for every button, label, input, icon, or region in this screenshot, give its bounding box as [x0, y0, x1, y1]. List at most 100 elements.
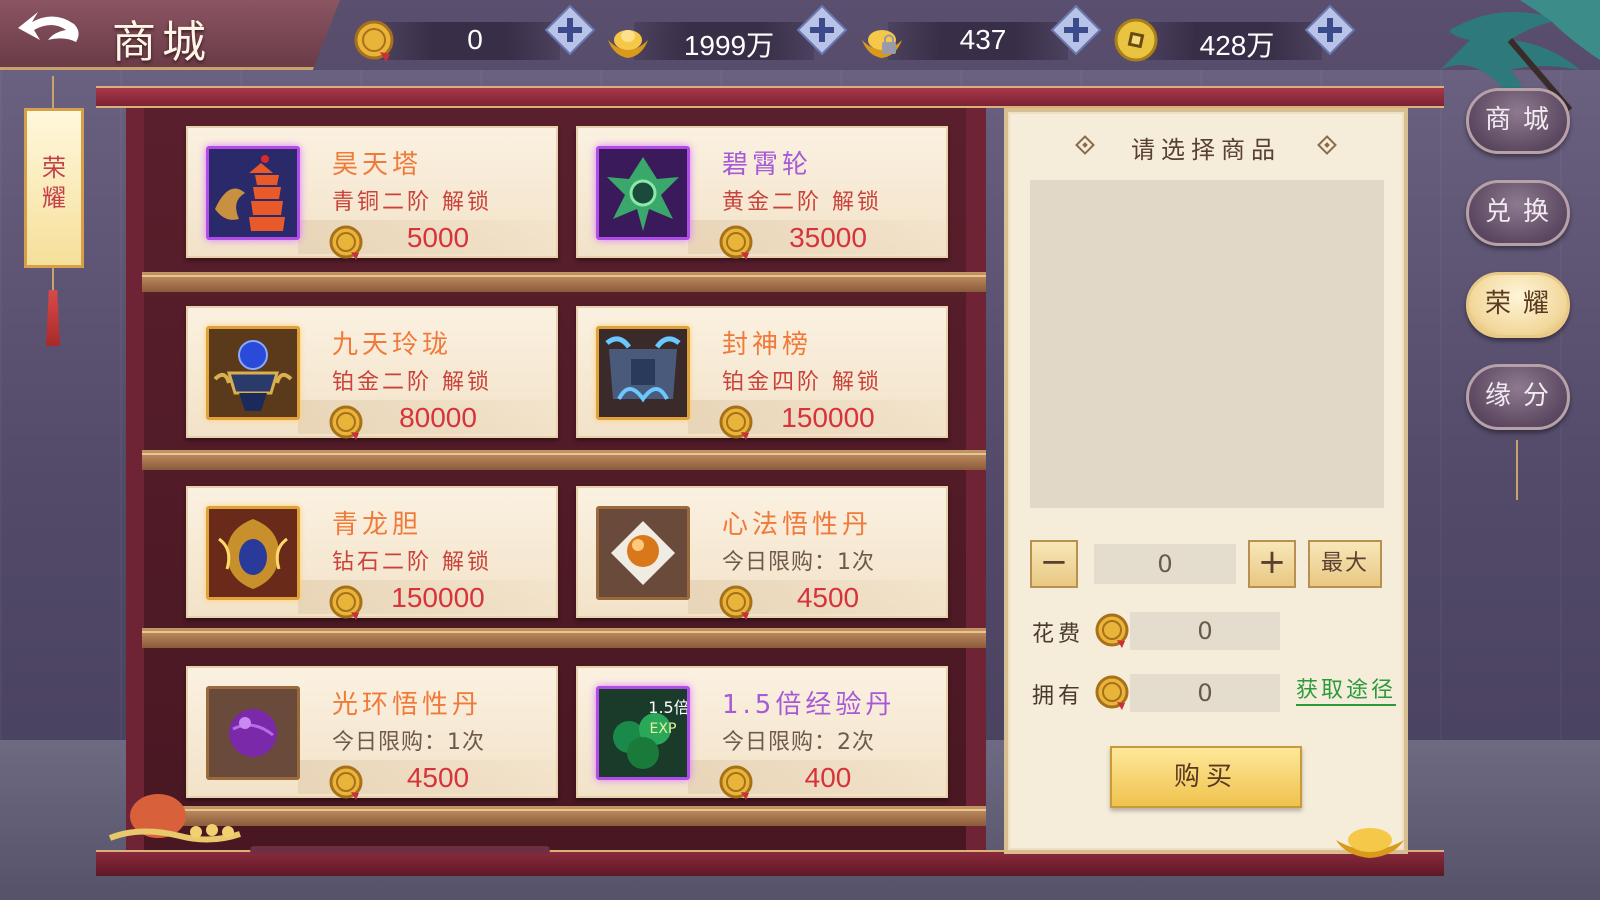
pagoda-icon [209, 149, 297, 237]
product-condition: 铂金二阶 解锁 [332, 370, 492, 395]
exp-badge-bottom: EXP [650, 721, 677, 737]
product-card[interactable]: 1.5倍 EXP 1.5倍经验丹 今日限购：2次 400 [576, 666, 948, 800]
product-price: 80000 [399, 402, 477, 433]
wheel-icon [599, 149, 687, 237]
currency-value: 428万 [1199, 30, 1275, 61]
own-label: 拥有 [1032, 684, 1085, 709]
bound-ingot-icon [862, 30, 902, 58]
max-quantity-button[interactable]: 最大 [1308, 540, 1382, 588]
gold-ingot-icon [608, 30, 648, 58]
currency-value: 1999万 [683, 30, 775, 61]
pill-orange-icon [599, 509, 687, 597]
honor-coin-icon [1095, 675, 1129, 710]
get-source-link[interactable]: 获取途径 [1296, 672, 1397, 706]
currency-value: 437 [959, 24, 1007, 55]
product-condition: 钻石二阶 解锁 [332, 550, 492, 575]
copper-coin-icon [1114, 18, 1158, 62]
shelf-board [142, 272, 986, 292]
product-price: 4500 [406, 762, 470, 793]
cost-value: 0 [1130, 612, 1280, 650]
pill-purple-icon [209, 689, 297, 777]
product-thumbnail [596, 506, 690, 600]
detail-title: 请选择商品 [1131, 136, 1281, 164]
product-name: 九天玲珑 [332, 330, 453, 360]
product-card[interactable]: 封神榜 铂金四阶 解锁 150000 [576, 306, 948, 440]
tab-exchange[interactable]: 兑换 [1466, 180, 1570, 246]
banner-label: 荣 耀 [42, 154, 66, 212]
product-name: 光环悟性丹 [332, 690, 483, 720]
product-condition: 铂金四阶 解锁 [722, 370, 882, 395]
honor-coin-icon [329, 585, 363, 620]
product-thumbnail [596, 326, 690, 420]
list-artifact-icon [599, 329, 687, 417]
add-currency-plus-icon[interactable] [796, 4, 848, 56]
product-thumbnail [596, 146, 690, 240]
honor-coin-icon [354, 20, 394, 62]
shelf-board [142, 628, 986, 648]
product-card[interactable]: 碧霄轮 黄金二阶 解锁 35000 [576, 126, 948, 260]
category-banner-honor[interactable]: 荣 耀 [24, 108, 84, 268]
product-thumbnail [206, 146, 300, 240]
page-title: 商城 [112, 17, 212, 68]
product-name: 昊天塔 [332, 150, 423, 180]
product-price: 5000 [406, 222, 470, 253]
honor-coin-icon [719, 225, 753, 260]
honor-coin-icon [719, 405, 753, 440]
honor-coin-icon [1095, 613, 1129, 648]
exp-pill-icon: 1.5倍 EXP [599, 689, 687, 777]
top-bar: 商城 0 1999万 437 428万 [0, 0, 1600, 78]
tab-shop[interactable]: 商城 [1466, 88, 1570, 154]
product-card[interactable]: 青龙胆 钻石二阶 解锁 150000 [186, 486, 558, 620]
product-name: 封神榜 [722, 330, 813, 360]
tab-fate[interactable]: 缘分 [1466, 364, 1570, 430]
frame-top-beam [96, 86, 1444, 108]
product-condition: 黄金二阶 解锁 [722, 190, 882, 215]
product-price: 150000 [391, 582, 485, 613]
orb-artifact-icon [209, 329, 297, 417]
product-price: 400 [804, 762, 852, 793]
honor-coin-icon [719, 585, 753, 620]
product-name: 碧霄轮 [722, 150, 813, 180]
honor-coin-icon [719, 765, 753, 800]
product-price: 35000 [789, 222, 867, 253]
product-thumbnail [206, 686, 300, 780]
shelf-board [142, 806, 986, 826]
product-card[interactable]: 昊天塔 青铜二阶 解锁 5000 [186, 126, 558, 260]
product-name: 心法悟性丹 [722, 510, 873, 540]
shelf-board [142, 450, 986, 470]
quantity-input[interactable]: 0 [1094, 544, 1236, 584]
product-condition: 青铜二阶 解锁 [332, 190, 492, 215]
honor-coin-icon [329, 225, 363, 260]
buy-button[interactable]: 购买 [1110, 746, 1302, 808]
product-thumbnail: 1.5倍 EXP [596, 686, 690, 780]
dragon-gall-icon [209, 509, 297, 597]
tab-honor[interactable]: 荣耀 [1466, 272, 1570, 338]
product-price: 150000 [781, 402, 875, 433]
own-value: 0 [1130, 674, 1280, 712]
product-name: 青龙胆 [332, 510, 423, 540]
add-currency-plus-icon[interactable] [1050, 4, 1102, 56]
product-card[interactable]: 光环悟性丹 今日限购：1次 4500 [186, 666, 558, 800]
product-condition: 今日限购：1次 [332, 730, 485, 755]
honor-coin-icon [329, 405, 363, 440]
product-price: 4500 [796, 582, 860, 613]
product-card[interactable]: 心法悟性丹 今日限购：1次 4500 [576, 486, 948, 620]
add-currency-plus-icon[interactable] [544, 4, 596, 56]
currency-value: 0 [467, 24, 483, 55]
add-currency-plus-icon[interactable] [1304, 4, 1356, 56]
product-thumbnail [206, 326, 300, 420]
increase-quantity-button[interactable]: + [1248, 540, 1296, 588]
purchase-detail-panel: 请选择商品 − 0 + 最大 花费 0 拥有 0 获取途径 购买 [1004, 108, 1408, 854]
cost-label: 花费 [1032, 622, 1085, 647]
product-condition: 今日限购：2次 [722, 730, 875, 755]
coin-pouch-decoration [108, 794, 241, 843]
tab-string-decoration [1516, 440, 1518, 500]
scroll-track[interactable] [250, 846, 550, 854]
product-card[interactable]: 九天玲珑 铂金二阶 解锁 80000 [186, 306, 558, 440]
product-condition: 今日限购：1次 [722, 550, 875, 575]
product-name: 1.5倍经验丹 [722, 690, 896, 720]
product-thumbnail [206, 506, 300, 600]
decrease-quantity-button[interactable]: − [1030, 540, 1078, 588]
back-arrow-icon[interactable] [14, 10, 86, 58]
honor-coin-icon [329, 765, 363, 800]
